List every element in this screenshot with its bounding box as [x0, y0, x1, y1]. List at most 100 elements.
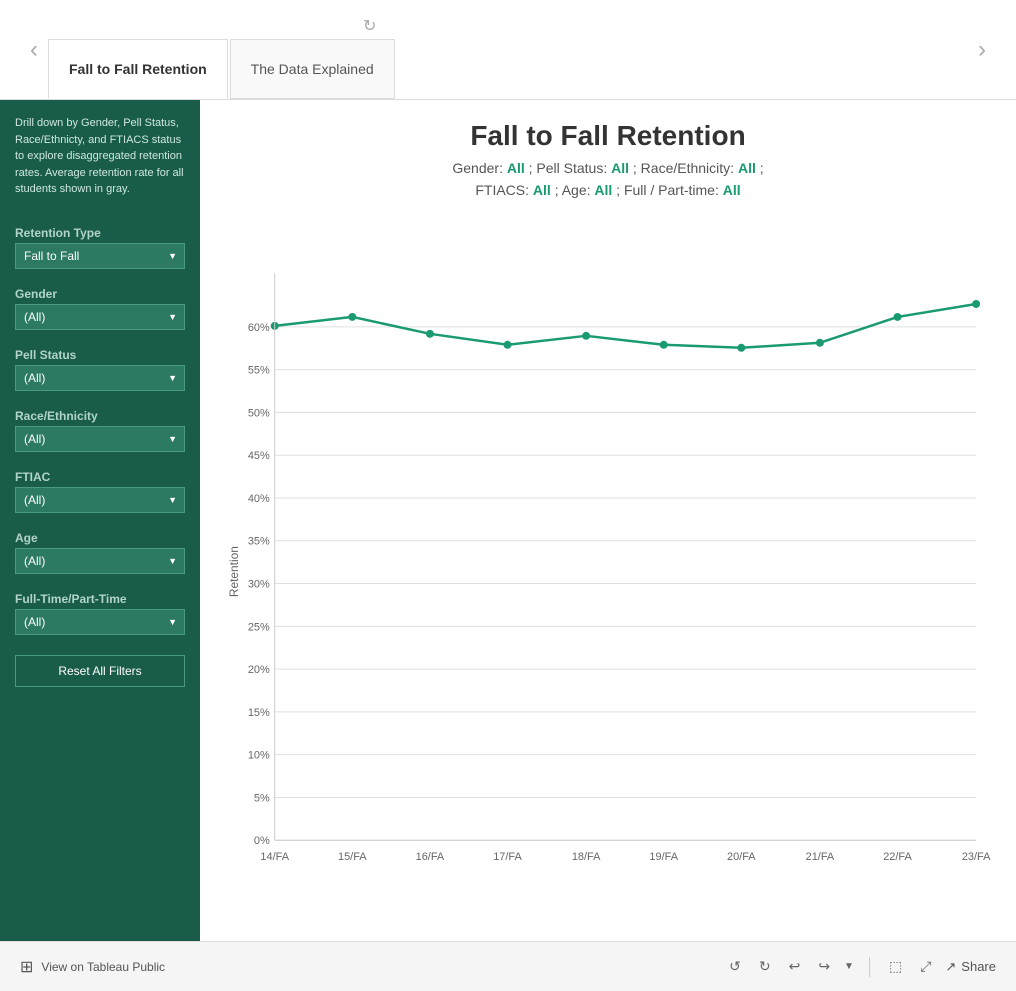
redo-button[interactable]: ↻	[755, 954, 775, 979]
share-label: Share	[961, 959, 996, 974]
svg-text:19/FA: 19/FA	[649, 851, 678, 863]
svg-text:20%: 20%	[248, 664, 270, 676]
line-chart: Retention 0% 5% 10% 15%	[220, 212, 996, 931]
svg-text:0%: 0%	[254, 835, 270, 847]
subtitle-fullpart-label: ; Full / Part-time:	[616, 182, 723, 198]
pell-status-select[interactable]: (All)	[15, 365, 185, 391]
reset-filters-button[interactable]: Reset All Filters	[15, 655, 185, 687]
filter-label-ftiac: FTIAC	[15, 470, 185, 484]
bottom-left: ⊞ View on Tableau Public	[20, 957, 165, 977]
bottom-toolbar: ⊞ View on Tableau Public ↺ ↻ ↩ ↪ ▼ ⬚ ⤢ ↗…	[0, 941, 1016, 991]
filter-label-full-part-time: Full-Time/Part-Time	[15, 592, 185, 606]
svg-text:5%: 5%	[254, 792, 270, 804]
svg-text:40%: 40%	[248, 493, 270, 505]
data-point-23fa	[972, 300, 980, 308]
subtitle-age-label: ; Age:	[555, 182, 595, 198]
subtitle-fullpart-value: All	[723, 182, 741, 198]
download-button[interactable]: ⬚	[885, 954, 906, 979]
filter-label-age: Age	[15, 531, 185, 545]
filter-label-race-ethnicity: Race/Ethnicity	[15, 409, 185, 423]
retention-line	[275, 304, 976, 348]
filter-ftiac: FTIAC (All)	[15, 462, 185, 513]
svg-text:45%: 45%	[248, 450, 270, 462]
filter-select-wrapper-age[interactable]: (All)	[15, 548, 185, 574]
svg-text:16/FA: 16/FA	[416, 851, 445, 863]
top-navigation: ↻ ‹ Fall to Fall Retention The Data Expl…	[0, 0, 1016, 100]
svg-text:20/FA: 20/FA	[727, 851, 756, 863]
refresh-icon[interactable]: ↻	[363, 16, 376, 36]
filter-age: Age (All)	[15, 523, 185, 574]
ftiac-select[interactable]: (All)	[15, 487, 185, 513]
toolbar-divider	[869, 957, 870, 977]
share-icon: ↗	[945, 959, 956, 975]
filter-select-wrapper-retention-type[interactable]: Fall to Fall	[15, 243, 185, 269]
main-content: Drill down by Gender, Pell Status, Race/…	[0, 100, 1016, 941]
data-point-19fa	[660, 341, 668, 349]
data-point-16fa	[426, 330, 434, 338]
bottom-right: ↺ ↻ ↩ ↪ ▼ ⬚ ⤢ ↗ Share	[725, 954, 996, 979]
filter-select-wrapper-ftiac[interactable]: (All)	[15, 487, 185, 513]
back-button[interactable]: ↩	[785, 954, 805, 979]
subtitle-semi: ;	[760, 160, 764, 176]
subtitle-race-label: ; Race/Ethnicity:	[633, 160, 738, 176]
filter-gender: Gender (All)	[15, 279, 185, 330]
filter-select-wrapper-pell-status[interactable]: (All)	[15, 365, 185, 391]
full-part-time-select[interactable]: (All)	[15, 609, 185, 635]
subtitle-ftiacs-value: All	[533, 182, 551, 198]
gender-select[interactable]: (All)	[15, 304, 185, 330]
tab-fall-retention[interactable]: Fall to Fall Retention	[48, 39, 228, 99]
data-point-15fa	[348, 313, 356, 321]
data-point-17fa	[504, 341, 512, 349]
svg-text:18/FA: 18/FA	[572, 851, 601, 863]
next-arrow[interactable]: ›	[968, 36, 996, 64]
svg-text:23/FA: 23/FA	[962, 851, 991, 863]
tableau-icon: ⊞	[20, 957, 33, 977]
filter-select-wrapper-full-part-time[interactable]: (All)	[15, 609, 185, 635]
nav-tabs: Fall to Fall Retention The Data Explaine…	[48, 0, 968, 99]
filter-label-retention-type: Retention Type	[15, 226, 185, 240]
sidebar-description: Drill down by Gender, Pell Status, Race/…	[15, 115, 185, 198]
age-select[interactable]: (All)	[15, 548, 185, 574]
filter-pell-status: Pell Status (All)	[15, 340, 185, 391]
subtitle-race-value: All	[738, 160, 756, 176]
svg-text:21/FA: 21/FA	[806, 851, 835, 863]
view-on-tableau-label[interactable]: View on Tableau Public	[41, 960, 165, 974]
subtitle-gender-value: All	[507, 160, 525, 176]
data-point-21fa	[816, 339, 824, 347]
svg-text:60%: 60%	[248, 322, 270, 334]
fullscreen-button[interactable]: ⤢	[916, 954, 935, 979]
svg-text:35%: 35%	[248, 536, 270, 548]
retention-type-select[interactable]: Fall to Fall	[15, 243, 185, 269]
filter-label-gender: Gender	[15, 287, 185, 301]
prev-arrow[interactable]: ‹	[20, 36, 48, 64]
filter-select-wrapper-race-ethnicity[interactable]: (All)	[15, 426, 185, 452]
tab-data-explained[interactable]: The Data Explained	[230, 39, 395, 99]
toolbar-dropdown-arrow[interactable]: ▼	[844, 961, 854, 972]
forward-button[interactable]: ↪	[814, 954, 834, 979]
data-point-22fa	[894, 313, 902, 321]
svg-text:22/FA: 22/FA	[883, 851, 912, 863]
undo-button[interactable]: ↺	[725, 954, 745, 979]
share-button[interactable]: ↗ Share	[945, 959, 996, 975]
svg-text:30%: 30%	[248, 578, 270, 590]
sidebar: Drill down by Gender, Pell Status, Race/…	[0, 100, 200, 941]
svg-text:55%: 55%	[248, 364, 270, 376]
filter-race-ethnicity: Race/Ethnicity (All)	[15, 401, 185, 452]
race-ethnicity-select[interactable]: (All)	[15, 426, 185, 452]
svg-text:15%: 15%	[248, 707, 270, 719]
subtitle-pell-value: All	[611, 160, 629, 176]
chart-subtitle: Gender: All ; Pell Status: All ; Race/Et…	[452, 157, 763, 202]
chart-wrapper: Retention 0% 5% 10% 15%	[220, 212, 996, 931]
filter-select-wrapper-gender[interactable]: (All)	[15, 304, 185, 330]
data-point-20fa	[737, 344, 745, 352]
svg-text:15/FA: 15/FA	[338, 851, 367, 863]
y-axis-label: Retention	[227, 546, 241, 597]
svg-text:17/FA: 17/FA	[493, 851, 522, 863]
subtitle-age-value: All	[594, 182, 612, 198]
filter-retention-type: Retention Type Fall to Fall	[15, 218, 185, 269]
subtitle-pell-label: ; Pell Status:	[529, 160, 611, 176]
subtitle-ftiacs-label: FTIACS:	[475, 182, 533, 198]
svg-text:10%: 10%	[248, 749, 270, 761]
svg-text:25%: 25%	[248, 621, 270, 633]
chart-area: Fall to Fall Retention Gender: All ; Pel…	[200, 100, 1016, 941]
